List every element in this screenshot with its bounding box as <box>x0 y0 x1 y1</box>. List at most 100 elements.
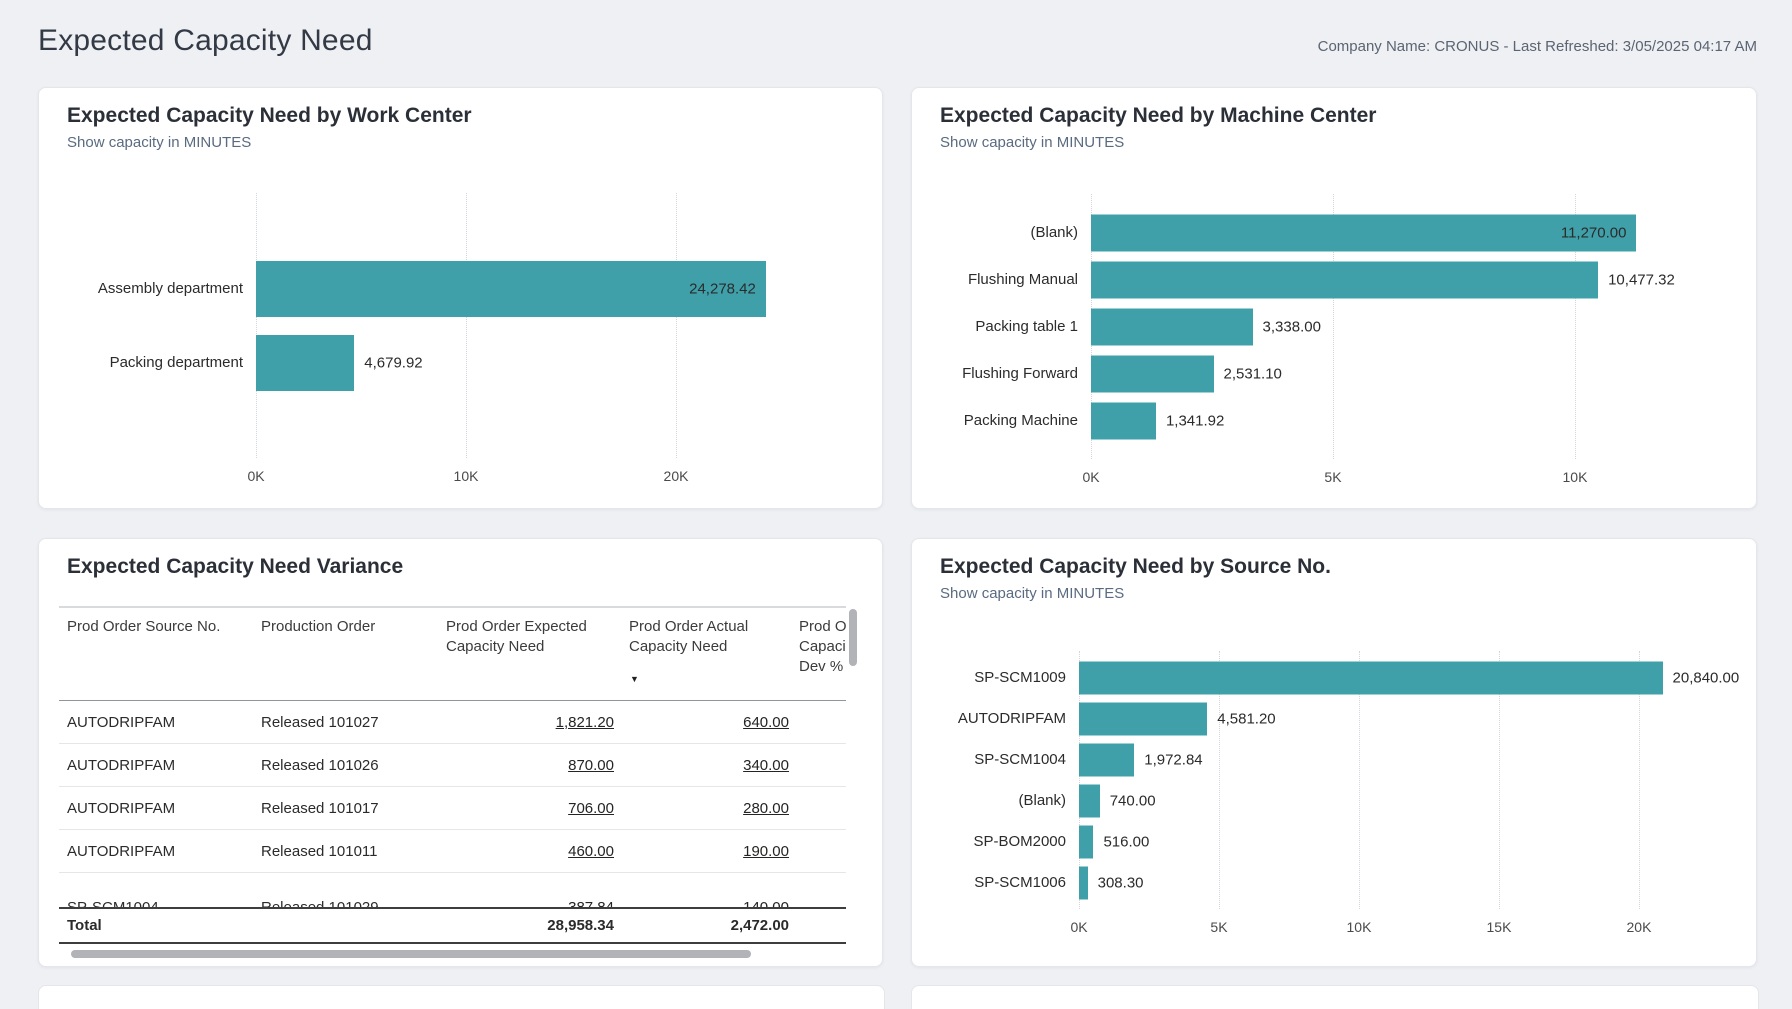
column-header-5[interactable]: Prod Order Capacity Dev % <box>789 608 846 700</box>
bar-sp-bom2000[interactable] <box>1079 825 1093 858</box>
bar-track: 20,840.00 <box>1079 657 1741 698</box>
chart-row: Packing table 1 3,338.00 <box>941 303 1729 350</box>
chart-row: AUTODRIPFAM4,581.20 <box>941 698 1741 739</box>
drill-link-expected[interactable]: 460.00 <box>568 843 614 860</box>
axis-tick-label: 0K <box>1061 469 1121 485</box>
chart-row: SP-SCM100920,840.00 <box>941 657 1741 698</box>
bar-value-label: 3,338.00 <box>1263 318 1321 335</box>
bar-autodripfam[interactable] <box>1079 702 1207 735</box>
bar-value-label: 2,531.10 <box>1224 365 1282 382</box>
chart-row: Flushing Manual10,477.32 <box>941 256 1729 303</box>
cell-actual-capacity: 340.00 <box>614 757 789 774</box>
column-header-label: Prod Order Actual Capacity Need <box>629 617 764 657</box>
bar-blank[interactable] <box>1079 784 1100 817</box>
cell-actual-capacity: 640.00 <box>614 714 789 731</box>
drill-link-actual[interactable]: 190.00 <box>743 843 789 860</box>
partial-panel-left <box>38 985 885 1009</box>
cell-actual-capacity: 280.00 <box>614 800 789 817</box>
work-center-bar-chart: Assembly department24,278.42Packing depa… <box>39 88 882 508</box>
category-label: Packing table 1 <box>941 318 1091 335</box>
column-header-2[interactable]: Production Order <box>254 608 439 700</box>
table-total-row: Total28,958.342,472.00 <box>59 907 846 944</box>
chart-row: Flushing Forward2,531.10 <box>941 350 1729 397</box>
variance-table-inner: Prod Order Source No. Production Order Pro… <box>59 606 846 958</box>
bar-sp-scm1009[interactable] <box>1079 661 1663 694</box>
drill-link-expected[interactable]: 387.84 <box>568 899 614 907</box>
horizontal-scrollbar[interactable] <box>71 950 751 958</box>
cell-actual-capacity: 190.00 <box>614 843 789 860</box>
bar-flushing-forward[interactable] <box>1091 355 1214 392</box>
bar-packing-table-1[interactable] <box>1091 308 1253 345</box>
bar-flushing-manual[interactable] <box>1091 261 1598 298</box>
cell-actual-capacity: 140.00 <box>614 899 789 907</box>
chart-row: Packing Machine 1,341.92 <box>941 397 1729 444</box>
table-row: AUTODRIPFAMReleased 101011 460.00 190.00 <box>59 830 846 873</box>
bar-value-label: 1,341.92 <box>1166 412 1224 429</box>
bar-sp-scm1006[interactable] <box>1079 866 1088 899</box>
drill-link-expected[interactable]: 870.00 <box>568 757 614 774</box>
bar-value-label: 10,477.32 <box>1608 271 1675 288</box>
bar-track: 308.30 <box>1079 862 1741 903</box>
variance-table-panel: Expected Capacity Need Variance Prod Ord… <box>38 538 883 967</box>
axis-tick-label: 20K <box>646 468 706 484</box>
chart-plot-area: Assembly department24,278.42Packing depa… <box>67 193 856 458</box>
chart-row: SP-SCM10041,972.84 <box>941 739 1741 780</box>
bar-track: 24,278.42 <box>256 252 856 326</box>
chart-row: SP-SCM1006308.30 <box>941 862 1741 903</box>
cell-expected-capacity: 460.00 <box>439 843 614 860</box>
category-label: Assembly department <box>67 280 256 297</box>
chart-row: Packing department4,679.92 <box>67 326 856 400</box>
horizontal-scrollbar-track <box>59 950 846 958</box>
bar-sp-scm1004[interactable] <box>1079 743 1134 776</box>
drill-link-actual[interactable]: 340.00 <box>743 757 789 774</box>
vertical-scrollbar[interactable] <box>849 609 857 666</box>
bar-track: 3,338.00 <box>1091 303 1729 350</box>
category-label: Packing Machine <box>941 412 1091 429</box>
dashboard-page: Expected Capacity Need Company Name: CRO… <box>0 0 1792 1009</box>
source-no-bar-chart: SP-SCM100920,840.00AUTODRIPFAM4,581.20SP… <box>912 539 1756 966</box>
machine-center-bar-chart: (Blank)11,270.00Flushing Manual10,477.32… <box>912 88 1756 508</box>
axis-tick-label: 0K <box>226 468 286 484</box>
bar-value-label: 740.00 <box>1110 792 1156 809</box>
cell-source-no: AUTODRIPFAM <box>59 714 254 731</box>
work-center-panel: Expected Capacity Need by Work Center Sh… <box>38 87 883 509</box>
axis-tick-label: 5K <box>1303 469 1363 485</box>
cell-source-no: AUTODRIPFAM <box>59 843 254 860</box>
chart-plot-area: (Blank)11,270.00Flushing Manual10,477.32… <box>941 194 1729 459</box>
axis-tick-label: 0K <box>1049 919 1109 935</box>
source-no-panel: Expected Capacity Need by Source No. Sho… <box>911 538 1757 967</box>
sort-desc-icon[interactable]: ▼ <box>630 669 789 689</box>
cell-expected-capacity: 1,821.20 <box>439 714 614 731</box>
category-label: SP-BOM2000 <box>941 833 1079 850</box>
variance-table-title: Expected Capacity Need Variance <box>67 555 882 579</box>
cell-production-order: Released 101026 <box>254 757 439 774</box>
axis-tick-label: 10K <box>1329 919 1389 935</box>
table-row: AUTODRIPFAMReleased 1010271,821.20640.00 <box>59 701 846 744</box>
cell-production-order: Released 101029 <box>254 899 439 907</box>
drill-link-expected[interactable]: 706.00 <box>568 800 614 817</box>
bar-track: 11,270.00 <box>1091 209 1729 256</box>
column-header-label: Prod Order Capacity Dev % <box>799 617 846 677</box>
total-expected: 28,958.34 <box>439 917 614 934</box>
bar-packing-department[interactable] <box>256 335 354 391</box>
bar-value-label: 516.00 <box>1103 833 1149 850</box>
category-label: AUTODRIPFAM <box>941 710 1079 727</box>
column-header-3[interactable]: Prod Order Expected Capacity Need <box>439 608 614 700</box>
bar-packing-machine[interactable] <box>1091 402 1156 439</box>
column-header-4[interactable]: Prod Order Actual Capacity Need ▼ <box>614 608 789 700</box>
bar-track: 10,477.32 <box>1091 256 1729 303</box>
category-label: (Blank) <box>941 792 1079 809</box>
column-header-1[interactable]: Prod Order Source No. <box>59 608 254 700</box>
bar-value-label: 308.30 <box>1098 874 1144 891</box>
cell-production-order: Released 101011 <box>254 843 439 860</box>
drill-link-expected[interactable]: 1,821.20 <box>556 714 614 731</box>
drill-link-actual[interactable]: 280.00 <box>743 800 789 817</box>
cell-expected-capacity: 387.84 <box>439 899 614 907</box>
column-header-label: Production Order <box>261 617 431 637</box>
bar-track: 4,679.92 <box>256 326 856 400</box>
column-header-label: Prod Order Expected Capacity Need <box>446 617 591 657</box>
partial-panel-right <box>911 985 1759 1009</box>
drill-link-actual[interactable]: 640.00 <box>743 714 789 731</box>
drill-link-actual[interactable]: 140.00 <box>743 899 789 907</box>
bar-blank[interactable] <box>1091 214 1636 251</box>
